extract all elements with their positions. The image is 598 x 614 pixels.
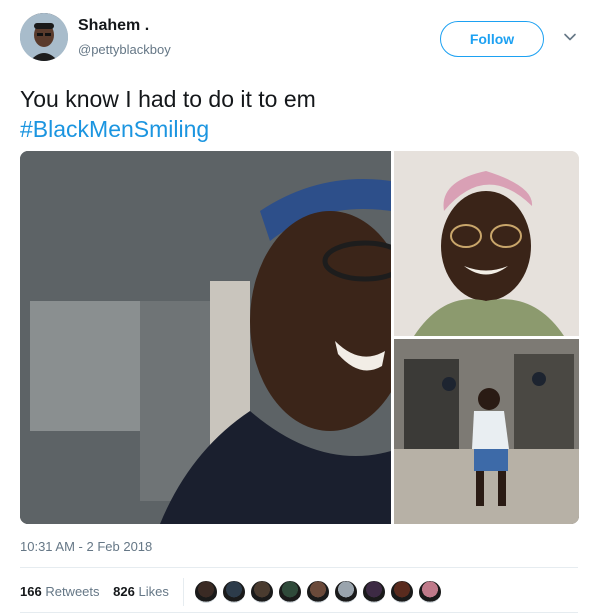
- liker-avatar[interactable]: [417, 579, 443, 605]
- avatar[interactable]: [20, 13, 68, 61]
- follow-button[interactable]: Follow: [440, 21, 544, 57]
- liker-avatar[interactable]: [305, 579, 331, 605]
- liker-avatar[interactable]: [221, 579, 247, 605]
- likes-label: Likes: [138, 584, 169, 599]
- tweet-text: You know I had to do it to em #BlackMenS…: [20, 84, 580, 144]
- chevron-down-icon[interactable]: [563, 30, 577, 44]
- liker-avatar[interactable]: [193, 579, 219, 605]
- stats-separator: [183, 578, 184, 606]
- liker-avatar[interactable]: [333, 579, 359, 605]
- liker-avatar[interactable]: [361, 579, 387, 605]
- retweets-label: Retweets: [45, 584, 100, 599]
- liker-avatar[interactable]: [249, 579, 275, 605]
- likes-stat[interactable]: 826 Likes: [113, 584, 169, 599]
- user-handle[interactable]: @pettyblackboy: [78, 42, 171, 57]
- media-grid: [20, 151, 579, 524]
- avatar-image: [20, 13, 68, 61]
- likes-count: 826: [113, 584, 135, 599]
- display-name[interactable]: Shahem .: [78, 17, 149, 35]
- retweets-count: 166: [20, 584, 42, 599]
- photo-street-pose[interactable]: [394, 339, 579, 524]
- photo-selfie-smiling[interactable]: [20, 151, 391, 524]
- liker-avatar[interactable]: [277, 579, 303, 605]
- photo-pink-hair[interactable]: [394, 151, 579, 336]
- tweet-timestamp[interactable]: 10:31 AM - 2 Feb 2018: [20, 539, 152, 554]
- divider: [20, 567, 578, 568]
- hashtag-link[interactable]: #BlackMenSmiling: [20, 114, 580, 144]
- liker-avatar[interactable]: [389, 579, 415, 605]
- retweets-stat[interactable]: 166 Retweets: [20, 584, 100, 599]
- tweet-stats: 166 Retweets 826 Likes: [20, 584, 179, 599]
- tweet-body: You know I had to do it to em: [20, 86, 316, 112]
- tweet-header: Shahem . @pettyblackboy Follow: [0, 0, 598, 70]
- divider: [20, 612, 578, 613]
